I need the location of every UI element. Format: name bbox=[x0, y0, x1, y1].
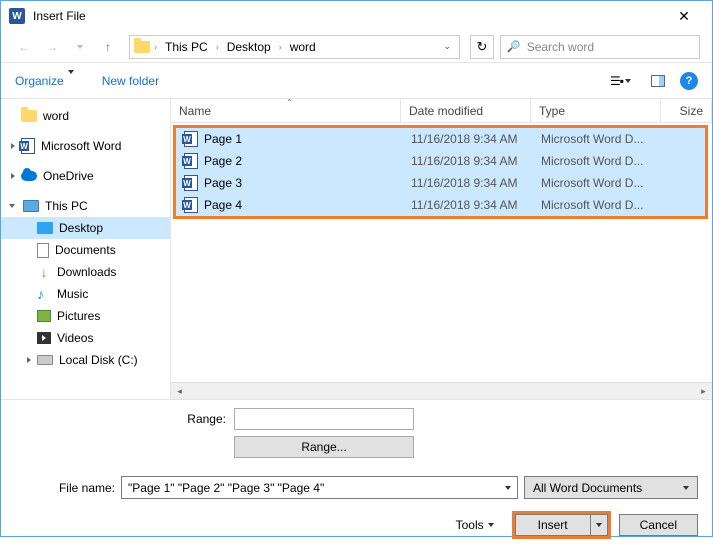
word-doc-icon bbox=[184, 175, 198, 191]
file-list-panel: ⌃ Name Date modified Type Size Page 1 11… bbox=[171, 99, 712, 399]
insert-file-dialog: W Insert File ✕ ← → ↑ › This PC › Deskto… bbox=[0, 0, 713, 537]
pictures-icon bbox=[37, 310, 51, 322]
word-doc-icon bbox=[184, 197, 198, 213]
column-header-date[interactable]: Date modified bbox=[401, 99, 531, 122]
column-header-size[interactable]: Size bbox=[661, 99, 712, 122]
word-doc-icon bbox=[184, 153, 198, 169]
tree-item-word-folder[interactable]: word bbox=[1, 105, 170, 127]
up-button[interactable]: ↑ bbox=[97, 36, 119, 58]
chevron-down-icon bbox=[488, 523, 494, 527]
refresh-button[interactable]: ↻ bbox=[470, 35, 494, 59]
back-button[interactable]: ← bbox=[13, 36, 35, 58]
videos-icon bbox=[37, 332, 51, 344]
file-row[interactable]: Page 4 11/16/2018 9:34 AMMicrosoft Word … bbox=[176, 194, 705, 216]
sort-indicator-icon: ⌃ bbox=[286, 98, 293, 107]
toolbar: Organize New folder ☰▪ ? bbox=[1, 63, 712, 99]
close-button[interactable]: ✕ bbox=[664, 8, 704, 25]
preview-pane-button[interactable] bbox=[646, 72, 670, 90]
navigation-tree[interactable]: word Microsoft Word OneDrive This PC Des… bbox=[1, 99, 171, 399]
file-type-filter[interactable]: All Word Documents bbox=[524, 476, 698, 499]
recent-locations-button[interactable] bbox=[69, 36, 91, 58]
tree-item-downloads[interactable]: ↓Downloads bbox=[1, 261, 170, 283]
preview-pane-icon bbox=[651, 75, 665, 87]
breadcrumb-this-pc[interactable]: This PC bbox=[161, 40, 212, 54]
range-input[interactable] bbox=[234, 408, 414, 430]
chevron-right-icon[interactable]: › bbox=[154, 42, 157, 52]
titlebar: W Insert File ✕ bbox=[1, 1, 712, 31]
scroll-right-button[interactable]: ▸ bbox=[695, 384, 712, 399]
tools-menu[interactable]: Tools bbox=[456, 518, 494, 532]
breadcrumb-desktop[interactable]: Desktop bbox=[223, 40, 275, 54]
filename-label: File name: bbox=[15, 481, 115, 495]
range-label: Range: bbox=[171, 412, 226, 426]
view-options-button[interactable]: ☰▪ bbox=[605, 71, 636, 91]
breadcrumb-word[interactable]: word bbox=[286, 40, 320, 54]
desktop-icon bbox=[37, 222, 53, 234]
search-input[interactable]: 🔍 Search word bbox=[500, 35, 700, 59]
tree-item-local-disk[interactable]: Local Disk (C:) bbox=[1, 349, 170, 371]
view-icon: ☰▪ bbox=[610, 74, 623, 88]
folder-icon bbox=[134, 41, 150, 53]
tree-item-pictures[interactable]: Pictures bbox=[1, 305, 170, 327]
tree-item-videos[interactable]: Videos bbox=[1, 327, 170, 349]
new-folder-button[interactable]: New folder bbox=[102, 74, 159, 88]
insert-button[interactable]: Insert bbox=[515, 514, 590, 536]
address-dropdown[interactable]: ⌄ bbox=[439, 41, 455, 52]
chevron-right-icon[interactable]: › bbox=[279, 42, 282, 52]
pc-icon bbox=[23, 200, 39, 212]
search-icon: 🔍 bbox=[507, 40, 521, 53]
forward-button[interactable]: → bbox=[41, 36, 63, 58]
music-icon: ♪ bbox=[37, 286, 51, 302]
search-placeholder: Search word bbox=[527, 40, 594, 54]
chevron-down-icon bbox=[683, 486, 689, 490]
word-icon bbox=[21, 138, 35, 154]
dialog-title: Insert File bbox=[33, 9, 664, 23]
body-area: word Microsoft Word OneDrive This PC Des… bbox=[1, 99, 712, 399]
chevron-down-icon bbox=[625, 79, 631, 83]
tree-item-microsoft-word[interactable]: Microsoft Word bbox=[1, 135, 170, 157]
insert-button-highlight: Insert bbox=[512, 511, 611, 539]
tree-item-music[interactable]: ♪Music bbox=[1, 283, 170, 305]
disk-icon bbox=[37, 355, 53, 365]
file-row[interactable]: Page 1 11/16/2018 9:34 AMMicrosoft Word … bbox=[176, 128, 705, 150]
tree-item-documents[interactable]: Documents bbox=[1, 239, 170, 261]
filename-combo[interactable]: "Page 1" "Page 2" "Page 3" "Page 4" bbox=[121, 476, 518, 499]
horizontal-scrollbar[interactable]: ◂ ▸ bbox=[171, 382, 712, 399]
file-list-highlight: Page 1 11/16/2018 9:34 AMMicrosoft Word … bbox=[173, 125, 708, 219]
column-header-type[interactable]: Type bbox=[531, 99, 661, 122]
cancel-button[interactable]: Cancel bbox=[619, 514, 698, 536]
filename-value: "Page 1" "Page 2" "Page 3" "Page 4" bbox=[128, 481, 324, 495]
insert-dropdown-button[interactable] bbox=[590, 514, 608, 536]
organize-menu[interactable]: Organize bbox=[15, 74, 74, 88]
download-icon: ↓ bbox=[37, 265, 51, 279]
scroll-left-button[interactable]: ◂ bbox=[171, 384, 188, 399]
file-row[interactable]: Page 2 11/16/2018 9:34 AMMicrosoft Word … bbox=[176, 150, 705, 172]
onedrive-icon bbox=[21, 171, 37, 181]
chevron-right-icon[interactable]: › bbox=[216, 42, 219, 52]
tree-item-onedrive[interactable]: OneDrive bbox=[1, 165, 170, 187]
nav-bar: ← → ↑ › This PC › Desktop › word ⌄ ↻ 🔍 S… bbox=[1, 31, 712, 63]
column-headers: ⌃ Name Date modified Type Size bbox=[171, 99, 712, 123]
tree-item-this-pc[interactable]: This PC bbox=[1, 195, 170, 217]
range-area: Range: Range... bbox=[1, 399, 712, 466]
address-bar[interactable]: › This PC › Desktop › word ⌄ bbox=[129, 35, 460, 59]
document-icon bbox=[37, 243, 49, 258]
tree-item-desktop[interactable]: Desktop bbox=[1, 217, 170, 239]
help-button[interactable]: ? bbox=[680, 72, 698, 90]
chevron-down-icon[interactable] bbox=[505, 486, 511, 490]
folder-icon bbox=[21, 110, 37, 122]
file-row[interactable]: Page 3 11/16/2018 9:34 AMMicrosoft Word … bbox=[176, 172, 705, 194]
word-app-icon: W bbox=[9, 8, 25, 24]
range-button[interactable]: Range... bbox=[234, 436, 414, 458]
word-doc-icon bbox=[184, 131, 198, 147]
